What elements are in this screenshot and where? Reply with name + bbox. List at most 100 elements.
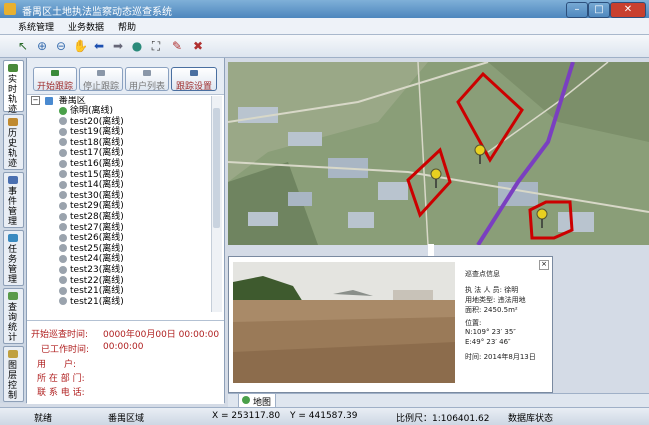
tree-item[interactable]: test22(离线): [59, 276, 124, 286]
user-tree: − 番禺区 徐明(离线) test20(离线) test19(离线) test1…: [29, 96, 209, 352]
forward-arrow-icon[interactable]: ➡: [111, 39, 125, 53]
tab-task-management[interactable]: 任务管理: [3, 230, 24, 286]
user-status-icon: [59, 201, 67, 210]
user-status-icon: [59, 233, 67, 242]
tree-item[interactable]: test23(离线): [59, 265, 124, 275]
user-status-icon: [59, 212, 67, 221]
pan-hand-icon[interactable]: ✋: [73, 39, 88, 53]
popup-line: 时间: 2014年8月13日: [465, 353, 536, 361]
user-status-icon: [59, 286, 67, 295]
tab-layer-control[interactable]: 图层控制: [3, 346, 24, 402]
tree-item[interactable]: test19(离线): [59, 127, 124, 137]
tab-map[interactable]: 地图: [238, 394, 276, 408]
tab-event-management[interactable]: 事件管理: [3, 172, 24, 228]
zoom-out-icon[interactable]: ⊖: [54, 39, 68, 53]
status-y-coordinate: Y = 441587.39: [290, 411, 358, 421]
menu-business[interactable]: 业务数据: [68, 20, 104, 33]
sidebar-tabs: 实时轨迹 历史轨迹 事件管理 任务管理 查询统计 图层控制: [0, 58, 27, 403]
tree-item[interactable]: test14(离线): [59, 180, 124, 190]
tree-item[interactable]: test29(离线): [59, 201, 124, 211]
user-label: 用 户:: [37, 360, 77, 370]
collapse-icon[interactable]: −: [31, 96, 40, 105]
tab-history-track[interactable]: 历史轨迹: [3, 114, 24, 170]
scroll-thumb[interactable]: [213, 108, 220, 228]
map-toolbar: ↖ ⊕ ⊖ ✋ ⬅ ➡ ● ⛶ ✎ ✖: [0, 35, 649, 58]
menu-system[interactable]: 系统管理: [18, 20, 54, 33]
tracking-settings-button[interactable]: 跟踪设置: [171, 67, 217, 92]
start-tracking-button[interactable]: 开始跟踪: [33, 67, 77, 92]
satellite-map[interactable]: [228, 62, 649, 245]
user-status-icon: [59, 191, 67, 200]
status-x-coordinate: X = 253117.80: [212, 411, 281, 421]
user-status-icon: [59, 159, 67, 168]
tree-item[interactable]: test18(离线): [59, 138, 124, 148]
district-icon: [44, 96, 53, 105]
popup-line: 面积: 2450.5m²: [465, 306, 518, 314]
tree-item[interactable]: test27(离线): [59, 223, 124, 233]
title-bar: 番禺区土地执法监察动态巡查系统 – □ ✕: [0, 0, 649, 18]
popup-line: N:109° 23′ 35″: [465, 328, 516, 336]
event-icon: [8, 176, 18, 184]
globe-icon[interactable]: ●: [130, 39, 144, 53]
user-status-icon: [59, 138, 67, 147]
tree-item[interactable]: test16(离线): [59, 159, 124, 169]
back-arrow-icon[interactable]: ⬅: [92, 39, 106, 53]
user-status-icon: [59, 244, 67, 253]
worked-time-value: 00:00:00: [103, 342, 144, 352]
phone-label: 联 系 电 话:: [37, 388, 85, 398]
status-scale: 比例尺：1:106401.62: [396, 414, 490, 424]
popup-close-icon[interactable]: ×: [539, 260, 549, 270]
zoom-in-icon[interactable]: ⊕: [35, 39, 49, 53]
tree-item[interactable]: 徐明(离线): [59, 106, 113, 116]
tree-item[interactable]: test24(离线): [59, 254, 124, 264]
menu-help[interactable]: 帮助: [118, 20, 136, 33]
user-status-icon: [59, 265, 67, 274]
department-label: 所 在 部 门:: [37, 374, 85, 384]
measure-icon[interactable]: ✎: [170, 39, 184, 53]
pointer-icon[interactable]: ↖: [16, 39, 30, 53]
user-status-icon: [59, 117, 67, 126]
task-icon: [8, 234, 18, 242]
menu-bar: 系统管理 业务数据 帮助: [0, 18, 649, 35]
status-bar: 就绪 番禺区域 X = 253117.80 Y = 441587.39 比例尺：…: [0, 407, 649, 425]
tree-item[interactable]: test21(离线): [59, 297, 124, 307]
popup-line: 位置:: [465, 319, 482, 327]
tree-item[interactable]: test28(离线): [59, 212, 124, 222]
tree-item[interactable]: test25(离线): [59, 244, 124, 254]
user-status-icon: [59, 297, 67, 306]
clear-icon[interactable]: ✖: [191, 39, 205, 53]
user-status-icon: [59, 180, 67, 189]
worked-time-label: 已工作时间:: [41, 345, 90, 355]
app-icon: [4, 3, 16, 15]
query-icon: [8, 292, 18, 300]
map-canvas: [228, 62, 649, 245]
user-status-icon: [59, 127, 67, 136]
user-info-section: 开始巡查时间: 0000年00月00日 00:00:00 已工作时间: 00:0…: [27, 320, 224, 404]
tree-item[interactable]: test26(离线): [59, 233, 124, 243]
site-info-popup: × 巡查点信息 执 法 人 员: 徐明 用地类型: 违法用地 面积: 2450.…: [228, 256, 553, 393]
tree-item[interactable]: test20(离线): [59, 117, 124, 127]
full-extent-icon[interactable]: ⛶: [149, 39, 163, 53]
tree-item[interactable]: test17(离线): [59, 148, 124, 158]
maximize-button[interactable]: □: [588, 2, 610, 18]
popup-line: 执 法 人 员: 徐明: [465, 286, 519, 294]
site-photo: [233, 262, 455, 383]
settings-icon: [190, 70, 198, 76]
stop-tracking-button[interactable]: 停止跟踪: [79, 67, 123, 92]
user-status-icon: [59, 170, 67, 179]
start-time-label: 开始巡查时间:: [31, 330, 89, 340]
user-status-icon: [59, 148, 67, 157]
tab-realtime-track[interactable]: 实时轨迹: [3, 60, 24, 115]
tree-item[interactable]: test21(离线): [59, 286, 124, 296]
close-button[interactable]: ✕: [610, 2, 646, 18]
tree-scrollbar[interactable]: [211, 96, 222, 312]
tree-item[interactable]: test15(离线): [59, 170, 124, 180]
user-list-button[interactable]: 用户列表: [125, 67, 169, 92]
tab-query-statistics[interactable]: 查询统计: [3, 288, 24, 344]
popup-line: E:49° 23′ 46″: [465, 338, 511, 346]
tree-item[interactable]: test30(离线): [59, 191, 124, 201]
layer-icon: [8, 350, 18, 358]
tree-root[interactable]: − 番禺区: [31, 96, 86, 106]
status-area: 番禺区域: [108, 414, 145, 424]
minimize-button[interactable]: –: [566, 2, 588, 18]
